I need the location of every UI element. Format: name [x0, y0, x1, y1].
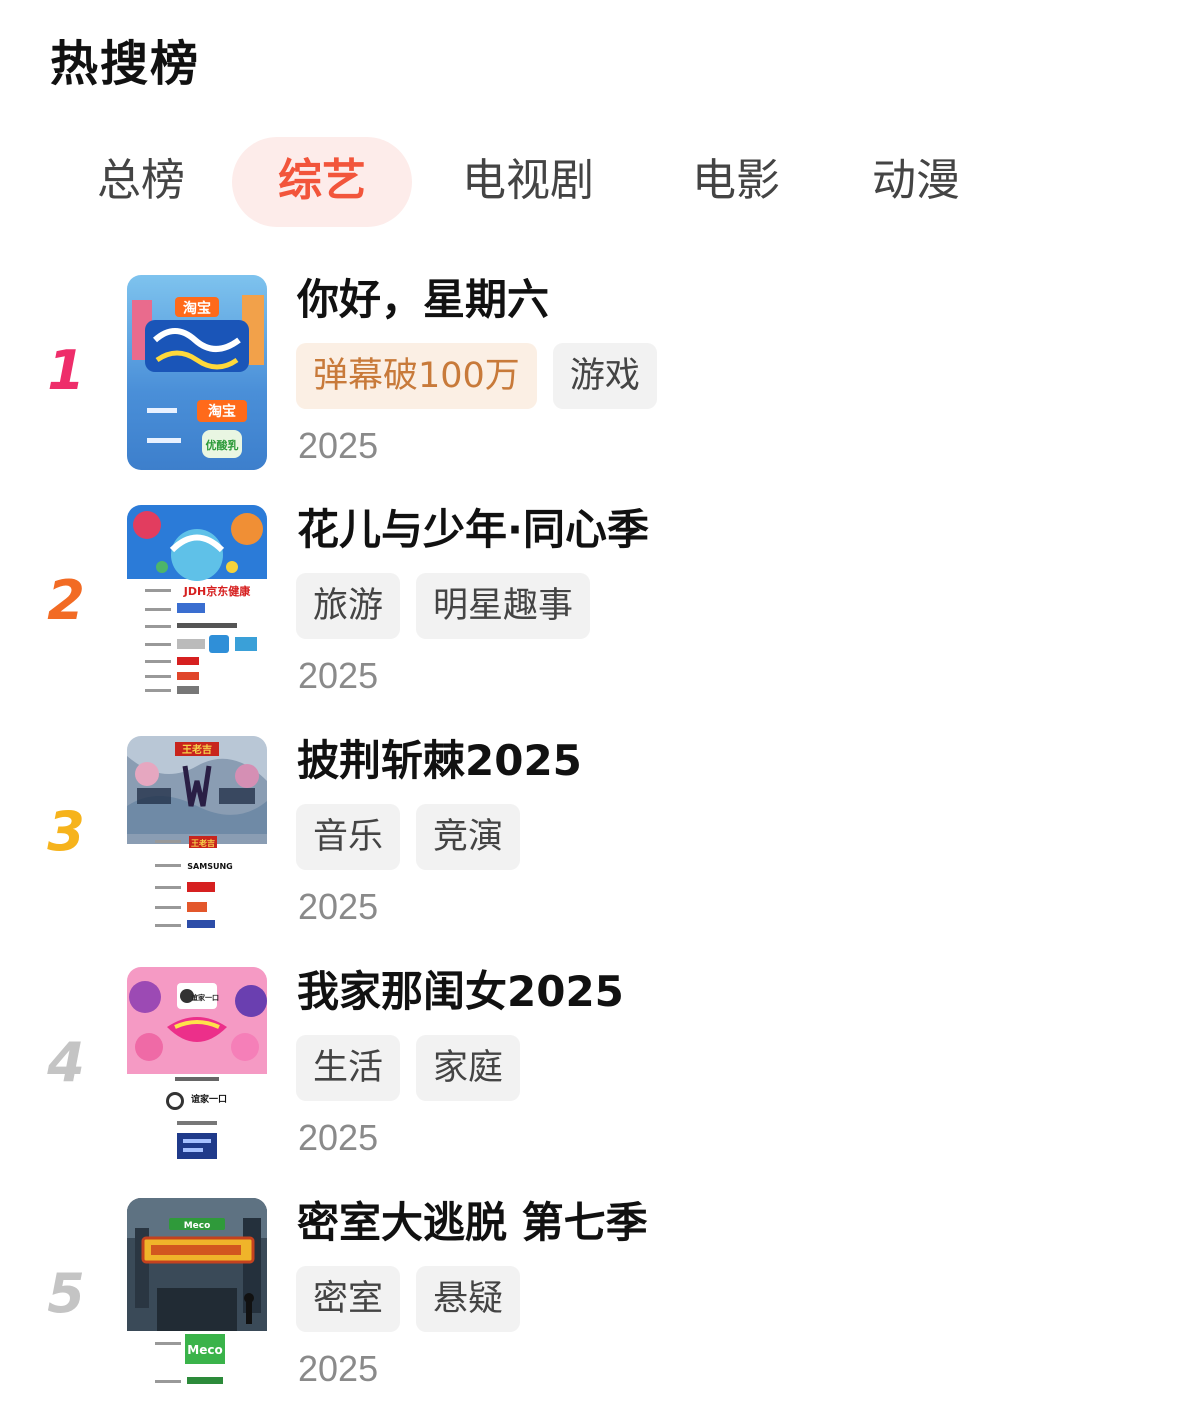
list-item[interactable]: 1 淘宝 淘宝 优酸乳 你好，星期六 弹幕破100万 游戏 2025	[0, 275, 1200, 475]
poster-image[interactable]: 王老吉 王老吉 SAMSUNG	[127, 736, 267, 931]
tag: 游戏	[552, 343, 657, 409]
rank-number: 3	[47, 800, 85, 863]
svg-text:优酸乳: 优酸乳	[206, 438, 239, 452]
list-item[interactable]: 5 Meco Meco 密室大逃脱 第七季 密室 悬疑 2025	[0, 1198, 1200, 1398]
tag: 家庭	[416, 1035, 521, 1101]
tab-movies[interactable]: 电影	[677, 137, 795, 227]
hot-tag: 弹幕破100万	[296, 343, 537, 409]
page-title: 热搜榜	[50, 36, 201, 92]
show-title[interactable]: 密室大逃脱 第七季	[297, 1198, 648, 1248]
year-label: 2025	[298, 655, 379, 696]
rank-number: 5	[47, 1262, 85, 1325]
tag: 密室	[296, 1266, 401, 1332]
poster-image[interactable]: JDH京东健康	[127, 505, 267, 700]
year-label: 2025	[298, 1348, 379, 1389]
year-label: 2025	[298, 425, 379, 466]
svg-text:Meco: Meco	[184, 1221, 211, 1231]
tag-list: 密室 悬疑	[296, 1266, 521, 1332]
svg-text:谊家一口: 谊家一口	[191, 993, 219, 1002]
tag-list: 音乐 竞演	[296, 804, 521, 870]
svg-text:谊家一口: 谊家一口	[191, 1093, 227, 1105]
tag: 明星趣事	[416, 573, 591, 639]
svg-text:Meco: Meco	[187, 1343, 222, 1357]
tab-tv-series[interactable]: 电视剧	[444, 137, 612, 227]
show-title[interactable]: 我家那闺女2025	[297, 967, 624, 1017]
poster-image[interactable]: 谊家一口 谊家一口	[127, 967, 267, 1162]
tab-variety[interactable]: 综艺	[232, 137, 412, 227]
list-item[interactable]: 2 JDH京东健康 花儿与少年·同心季 旅游 明星趣事 2025	[0, 505, 1200, 705]
show-title[interactable]: 你好，星期六	[297, 275, 549, 325]
tab-overall[interactable]: 总榜	[82, 137, 200, 227]
year-label: 2025	[298, 886, 379, 927]
svg-text:王老吉: 王老吉	[182, 743, 212, 756]
svg-text:淘宝: 淘宝	[183, 300, 211, 317]
svg-text:JDH京东健康: JDH京东健康	[183, 584, 251, 598]
year-label: 2025	[298, 1117, 379, 1158]
tag: 悬疑	[416, 1266, 521, 1332]
tab-anime[interactable]: 动漫	[857, 137, 975, 227]
rank-number: 2	[47, 569, 85, 632]
poster-image[interactable]: 淘宝 淘宝 优酸乳	[127, 275, 267, 470]
tag: 音乐	[296, 804, 401, 870]
show-title[interactable]: 披荆斩棘2025	[297, 736, 582, 786]
tag: 竞演	[416, 804, 521, 870]
tag: 旅游	[296, 573, 401, 639]
svg-text:淘宝: 淘宝	[208, 403, 236, 420]
tag-list: 弹幕破100万 游戏	[296, 343, 657, 409]
tag-list: 生活 家庭	[296, 1035, 521, 1101]
svg-text:SAMSUNG: SAMSUNG	[187, 862, 232, 871]
show-title[interactable]: 花儿与少年·同心季	[297, 505, 649, 555]
tag: 生活	[296, 1035, 401, 1101]
rank-number: 4	[47, 1031, 85, 1094]
svg-text:王老吉: 王老吉	[191, 838, 215, 848]
rank-number: 1	[47, 339, 85, 402]
poster-image[interactable]: Meco Meco	[127, 1198, 267, 1393]
list-item[interactable]: 3 王老吉 王老吉 SAMSUNG 披荆斩棘2025 音乐 竞演 2025	[0, 736, 1200, 936]
category-tabs: 总榜 综艺 电视剧 电影 动漫	[0, 137, 1200, 227]
list-item[interactable]: 4 谊家一口 谊家一口 我家那闺女2025 生活 家庭 2025	[0, 967, 1200, 1167]
tag-list: 旅游 明星趣事	[296, 573, 591, 639]
